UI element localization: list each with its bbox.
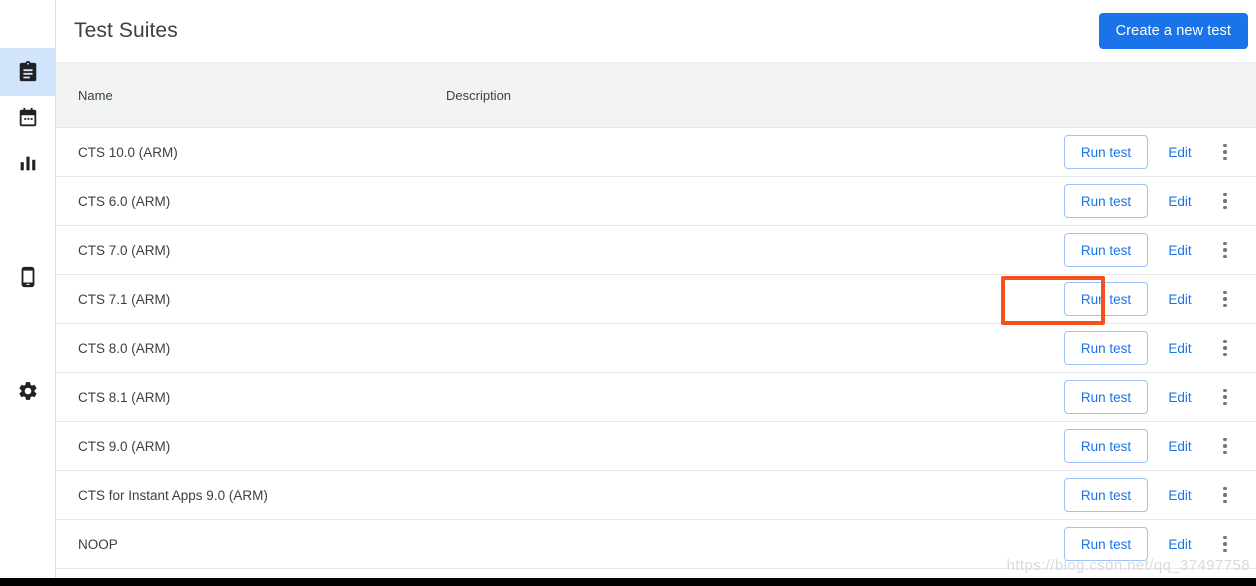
bottom-black-bar (0, 578, 1256, 586)
edit-link[interactable]: Edit (1148, 194, 1212, 209)
more-vert-icon[interactable] (1212, 235, 1238, 265)
column-header-name: Name (56, 88, 446, 103)
edit-link[interactable]: Edit (1148, 243, 1212, 258)
edit-link[interactable]: Edit (1148, 292, 1212, 307)
sidebar-item-reports[interactable] (0, 139, 56, 187)
table-row[interactable]: CTS 8.0 (ARM) Run testEdit (56, 324, 1256, 373)
clipboard-icon (17, 61, 39, 83)
more-vert-icon[interactable] (1212, 431, 1238, 461)
table-row[interactable]: CTS 7.1 (ARM) Run testEdit (56, 275, 1256, 324)
table-row[interactable]: CTS for Instant Apps 9.0 (ARM) Run testEd… (56, 471, 1256, 520)
more-vert-icon[interactable] (1212, 137, 1238, 167)
cell-actions: Run testEdit (1006, 233, 1256, 267)
run-test-button[interactable]: Run test (1064, 331, 1148, 365)
edit-link[interactable]: Edit (1148, 537, 1212, 552)
run-test-button[interactable]: Run test (1064, 184, 1148, 218)
cell-name: CTS 8.1 (ARM) (56, 390, 446, 405)
more-vert-icon[interactable] (1212, 333, 1238, 363)
bar-chart-icon (17, 152, 39, 174)
column-header-description: Description (446, 88, 1006, 103)
cell-actions: Run testEdit (1006, 380, 1256, 414)
cell-name: NOOP (56, 537, 446, 552)
table-row[interactable]: CTS 10.0 (ARM) Run testEdit (56, 128, 1256, 177)
cell-name: CTS for Instant Apps 9.0 (ARM) (56, 488, 446, 503)
cell-actions: Run testEdit (1006, 184, 1256, 218)
table-row[interactable]: CTS 9.0 (ARM) Run testEdit (56, 422, 1256, 471)
cell-name: CTS 6.0 (ARM) (56, 194, 446, 209)
page-header: Test Suites Create a new test (56, 0, 1256, 63)
sidebar-item-settings[interactable] (0, 367, 56, 415)
run-test-button[interactable]: Run test (1064, 429, 1148, 463)
app-root: Test Suites Create a new test Name Descr… (0, 0, 1256, 586)
calendar-icon (17, 107, 39, 129)
table-row[interactable]: CTS 6.0 (ARM) Run testEdit (56, 177, 1256, 226)
more-vert-icon[interactable] (1212, 284, 1238, 314)
more-vert-icon[interactable] (1212, 186, 1238, 216)
cell-actions: Run testEdit (1006, 429, 1256, 463)
cell-name: CTS 7.0 (ARM) (56, 243, 446, 258)
main-content: Test Suites Create a new test Name Descr… (56, 0, 1256, 586)
edit-link[interactable]: Edit (1148, 390, 1212, 405)
run-test-button[interactable]: Run test (1064, 282, 1148, 316)
table-row[interactable]: CTS 7.0 (ARM) Run testEdit (56, 226, 1256, 275)
cell-name: CTS 10.0 (ARM) (56, 145, 446, 160)
cell-name: CTS 7.1 (ARM) (56, 292, 446, 307)
run-test-button[interactable]: Run test (1064, 478, 1148, 512)
sidebar-item-schedules[interactable] (0, 94, 56, 142)
watermark-text: https://blog.csdn.net/qq_37497758 (1007, 557, 1250, 574)
sidebar-nav (0, 0, 56, 586)
gear-icon (17, 380, 39, 402)
phone-icon (17, 266, 39, 288)
cell-actions: Run testEdit (1006, 135, 1256, 169)
table-body: CTS 10.0 (ARM)Run testEditCTS 6.0 (ARM)R… (56, 128, 1256, 569)
run-test-button[interactable]: Run test (1064, 233, 1148, 267)
run-test-button[interactable]: Run test (1064, 135, 1148, 169)
more-vert-icon[interactable] (1212, 529, 1238, 559)
edit-link[interactable]: Edit (1148, 488, 1212, 503)
more-vert-icon[interactable] (1212, 382, 1238, 412)
edit-link[interactable]: Edit (1148, 439, 1212, 454)
edit-link[interactable]: Edit (1148, 145, 1212, 160)
create-a-new-test-button[interactable]: Create a new test (1099, 13, 1248, 49)
sidebar-item-test-suites[interactable] (0, 48, 56, 96)
run-test-button[interactable]: Run test (1064, 527, 1148, 561)
table-row[interactable]: CTS 8.1 (ARM) Run testEdit (56, 373, 1256, 422)
more-vert-icon[interactable] (1212, 480, 1238, 510)
cell-actions: Run testEdit (1006, 527, 1256, 561)
edit-link[interactable]: Edit (1148, 341, 1212, 356)
cell-name: CTS 9.0 (ARM) (56, 439, 446, 454)
sidebar-item-devices[interactable] (0, 253, 56, 301)
cell-actions: Run testEdit (1006, 282, 1256, 316)
page-title: Test Suites (74, 19, 178, 43)
cell-actions: Run testEdit (1006, 478, 1256, 512)
cell-actions: Run testEdit (1006, 331, 1256, 365)
cell-name: CTS 8.0 (ARM) (56, 341, 446, 356)
table-header-row: Name Description (56, 63, 1256, 128)
test-suites-table: Name Description CTS 10.0 (ARM)Run testE… (56, 63, 1256, 569)
run-test-button[interactable]: Run test (1064, 380, 1148, 414)
